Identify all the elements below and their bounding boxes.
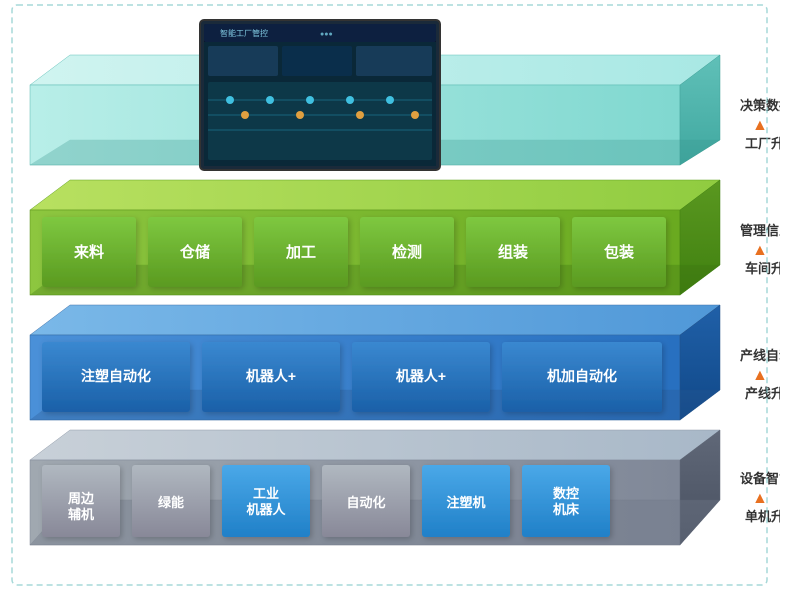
svg-text:▲: ▲	[752, 242, 768, 259]
svg-text:智能工厂管控: 智能工厂管控	[220, 28, 268, 38]
svg-text:机器人+: 机器人+	[396, 368, 446, 384]
svg-text:注塑自动化: 注塑自动化	[81, 368, 151, 384]
svg-text:工业: 工业	[253, 486, 279, 501]
svg-text:检测: 检测	[392, 243, 422, 261]
label-mgmt-line1: 管理信息化	[740, 223, 780, 238]
svg-text:组装: 组装	[498, 243, 529, 261]
label-equip-line1: 设备智能化	[740, 471, 780, 486]
svg-text:机器人+: 机器人+	[246, 368, 296, 384]
svg-text:仓储: 仓储	[179, 243, 210, 261]
svg-text:机加自动化: 机加自动化	[547, 368, 617, 384]
label-decision-line1: 决策数据化	[740, 98, 780, 113]
label-prod-line1: 产线自动化	[740, 348, 780, 363]
svg-text:●●●: ●●●	[320, 31, 333, 38]
svg-text:自动化: 自动化	[346, 495, 385, 510]
svg-text:周边: 周边	[68, 491, 95, 506]
svg-text:包装: 包装	[604, 243, 635, 261]
svg-text:加工: 加工	[285, 244, 316, 261]
svg-text:辅机: 辅机	[68, 507, 94, 522]
label-prod-line2: 产线升级	[745, 386, 780, 401]
svg-text:来料: 来料	[73, 243, 104, 261]
svg-text:▲: ▲	[752, 490, 768, 507]
label-mgmt-line2: 车间升级	[745, 261, 780, 276]
svg-text:机床: 机床	[553, 502, 580, 517]
diagram-container: 周边 辅机 绿能 工业 机器人 自动化 注塑机 数控 机床 注塑自动化	[0, 0, 780, 590]
svg-text:数控: 数控	[553, 486, 579, 501]
label-decision-line2: 工厂升级	[745, 136, 780, 151]
svg-text:▲: ▲	[752, 117, 768, 134]
svg-text:注塑机: 注塑机	[446, 495, 485, 510]
svg-text:绿能: 绿能	[158, 495, 184, 510]
label-equip-line2: 单机升级	[745, 509, 780, 524]
svg-text:▲: ▲	[752, 367, 768, 384]
svg-text:机器人: 机器人	[246, 502, 286, 517]
